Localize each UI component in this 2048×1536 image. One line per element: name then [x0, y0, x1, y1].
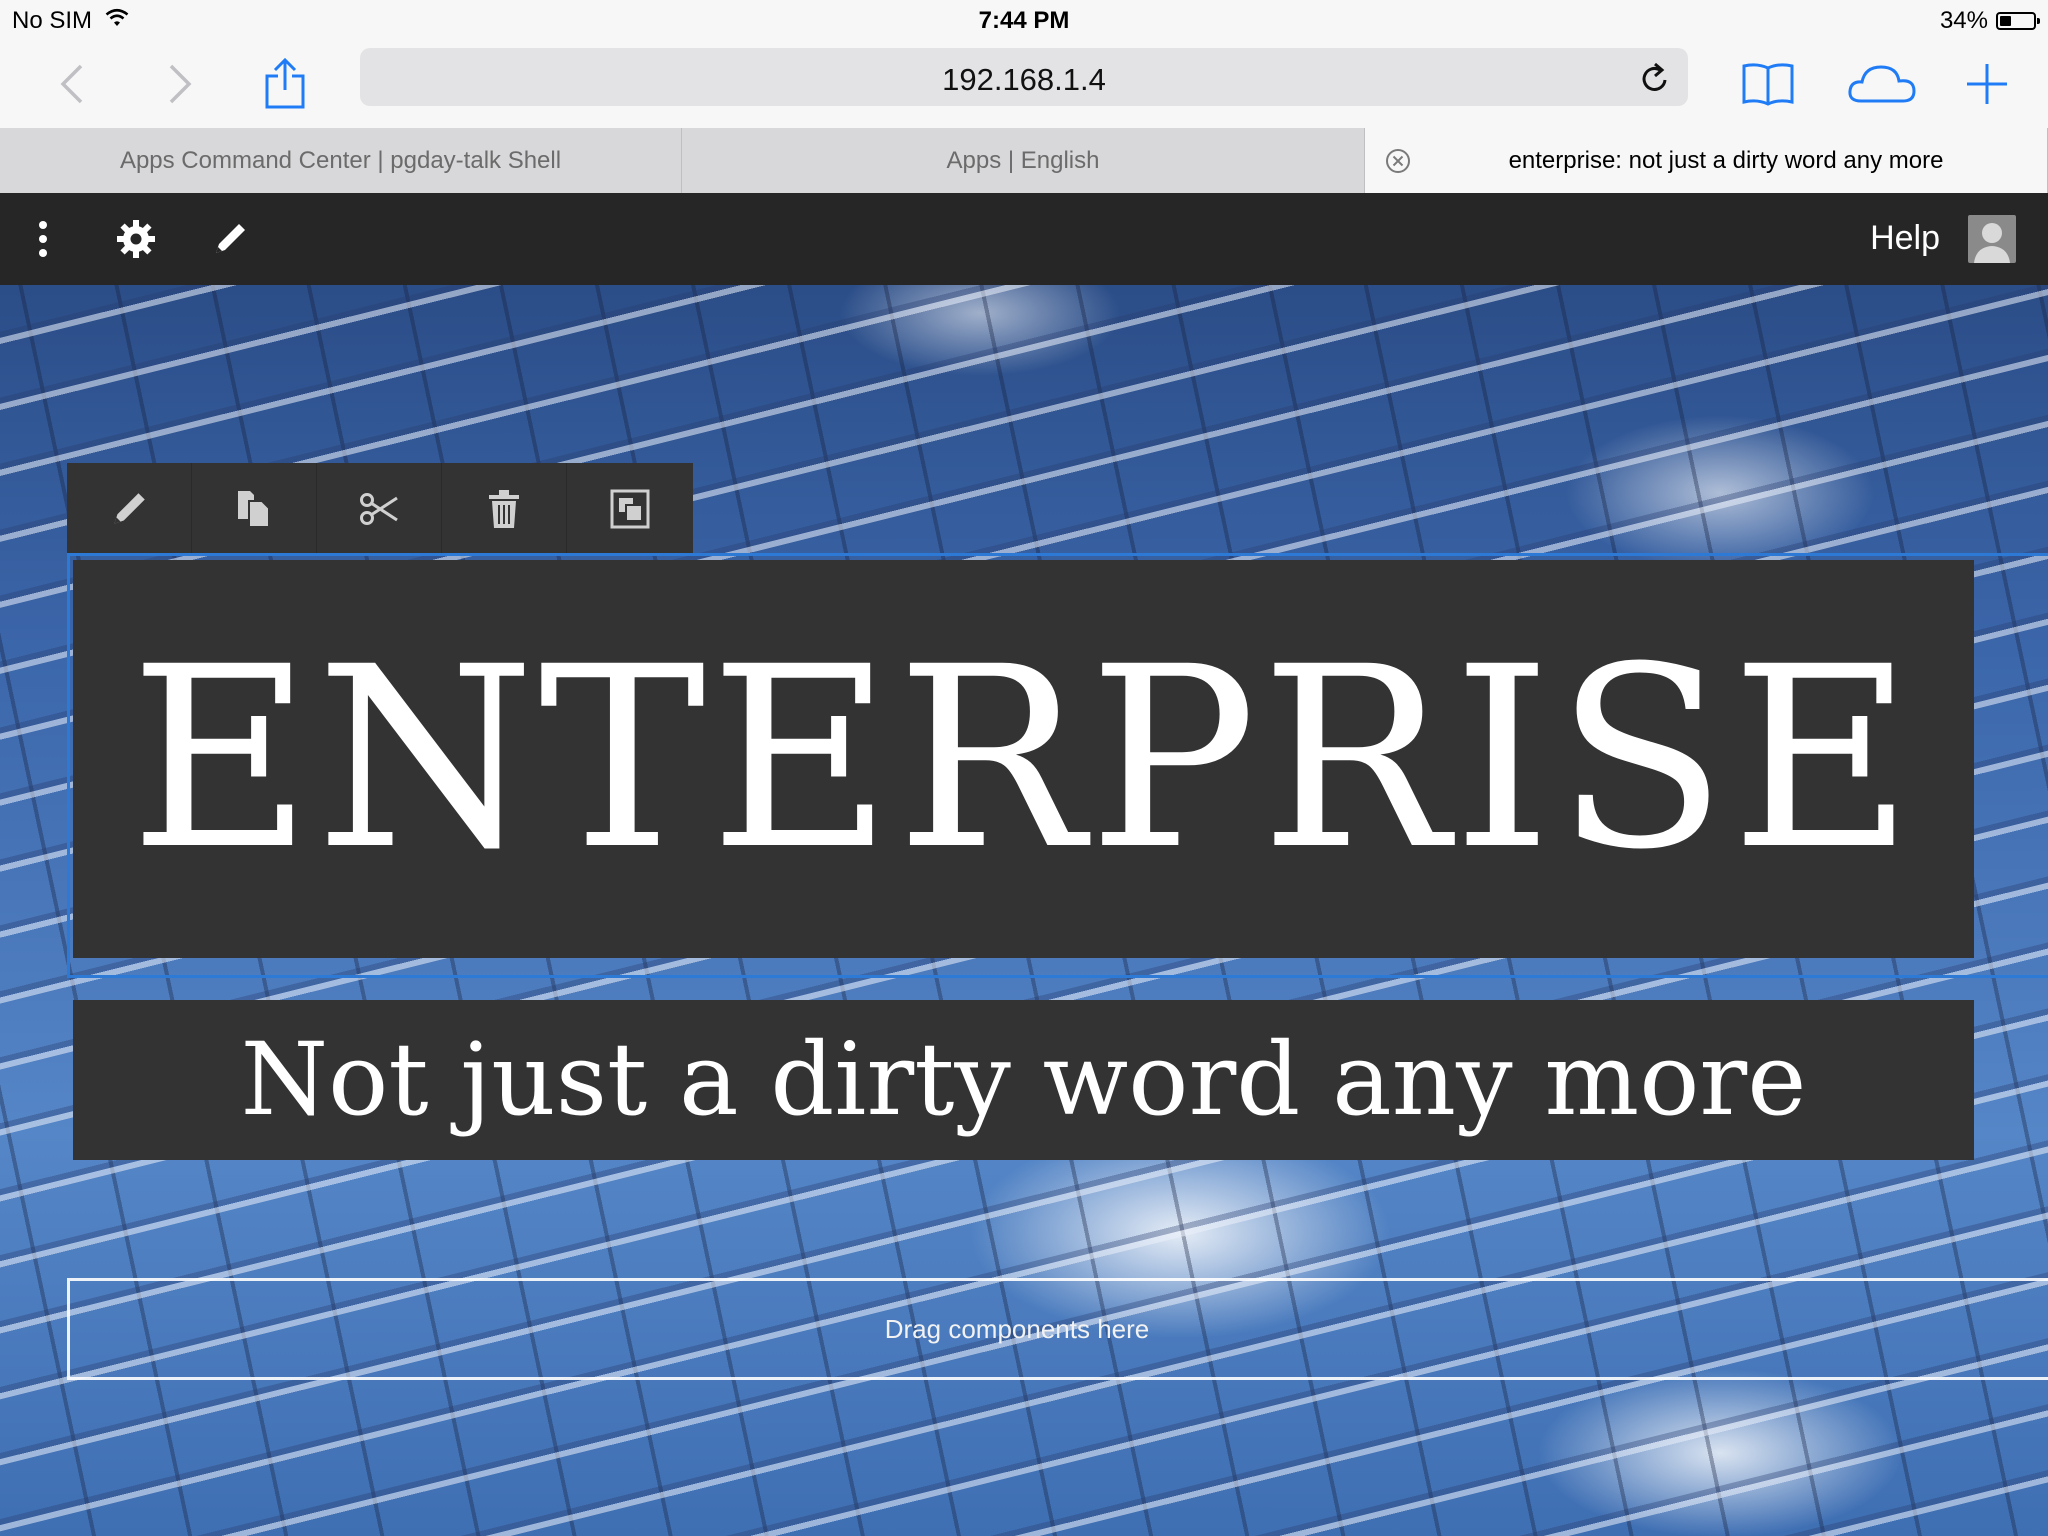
tab-apps-english[interactable]: Apps | English — [682, 128, 1365, 193]
cloud-tabs-icon[interactable] — [1846, 54, 1918, 114]
trash-icon — [489, 489, 519, 528]
back-icon[interactable] — [52, 54, 92, 114]
title-component[interactable]: ENTERPRISE — [73, 560, 1974, 958]
editor-header: Help — [0, 193, 2048, 285]
tab-apps-command-center[interactable]: Apps Command Center | pgday-talk Shell — [0, 128, 682, 193]
address-bar[interactable]: 192.168.1.4 — [360, 48, 1688, 106]
avatar-icon[interactable] — [1968, 215, 2016, 263]
tab-enterprise[interactable]: enterprise: not just a dirty word any mo… — [1365, 128, 2048, 193]
pencil-icon[interactable] — [208, 217, 252, 261]
url-text: 192.168.1.4 — [942, 62, 1106, 97]
component-toolbar — [67, 463, 693, 554]
tab-label: Apps | English — [946, 146, 1100, 174]
gear-icon[interactable] — [114, 217, 158, 261]
tab-label: Apps Command Center | pgday-talk Shell — [119, 146, 562, 174]
page-title: ENTERPRISE — [129, 613, 1918, 904]
delete-component-button[interactable] — [442, 463, 567, 554]
page-subtitle: Not just a dirty word any more — [240, 1021, 1807, 1138]
group-component-button[interactable] — [567, 463, 692, 554]
edit-component-button[interactable] — [67, 463, 192, 554]
status-bar: No SIM 7:44 PM 34% — [0, 0, 2048, 40]
more-icon[interactable] — [21, 217, 65, 261]
tab-strip: Apps Command Center | pgday-talk Shell A… — [0, 128, 2048, 194]
drop-zone[interactable]: Drag components here — [67, 1278, 2048, 1380]
status-time: 7:44 PM — [978, 7, 1070, 34]
tab-label: enterprise: not just a dirty word any mo… — [1508, 146, 1944, 174]
drop-zone-label: Drag components here — [884, 1313, 1150, 1344]
browser-toolbar: 192.168.1.4 — [0, 40, 2048, 128]
status-right: 34% — [1939, 7, 2040, 35]
bookmarks-icon[interactable] — [1740, 54, 1796, 114]
pencil-icon — [114, 492, 145, 524]
forward-icon[interactable] — [160, 54, 200, 114]
help-link[interactable]: Help — [1870, 219, 1940, 258]
new-tab-icon[interactable] — [1962, 54, 2012, 114]
copy-icon — [238, 490, 270, 528]
cut-icon — [360, 492, 398, 525]
battery-percent: 34% — [1939, 7, 1988, 34]
tab-close-icon[interactable] — [1385, 148, 1411, 181]
group-icon — [610, 489, 649, 528]
reload-icon[interactable] — [1640, 62, 1670, 99]
subtitle-component[interactable]: Not just a dirty word any more — [73, 1000, 1974, 1160]
cut-component-button[interactable] — [317, 463, 442, 554]
copy-component-button[interactable] — [192, 463, 317, 554]
battery-icon — [1996, 12, 2040, 30]
share-icon[interactable] — [262, 54, 308, 114]
